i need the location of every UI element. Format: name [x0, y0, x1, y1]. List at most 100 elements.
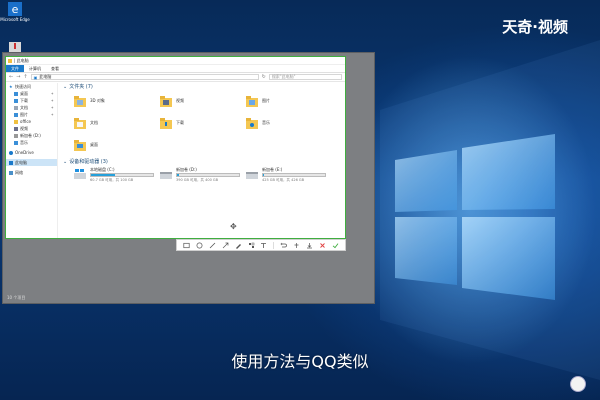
folder-desktop[interactable]: 桌面	[74, 136, 124, 154]
nav-label: 新加卷 (D:)	[20, 132, 41, 138]
nav-quick-access[interactable]: ★ 快速访问	[6, 83, 57, 90]
pin-button[interactable]	[293, 242, 300, 249]
arrow-icon	[222, 242, 229, 248]
screenshot-selection-region[interactable]: | 此电脑 文件 计算机 查看 ← → ↑ ▣ 此电脑 ↻ 搜索"此电脑" ★ …	[5, 56, 346, 239]
desktop-icon-label: Microsoft Edge	[0, 17, 30, 22]
cancel-icon	[320, 242, 325, 248]
pin-icon: ✦	[50, 98, 54, 103]
nav-network[interactable]: 网络	[6, 169, 57, 176]
forward-arrow-icon[interactable]: →	[16, 74, 20, 80]
window-titlebar[interactable]: | 此电脑	[6, 57, 345, 65]
ellipse-tool-button[interactable]	[196, 242, 203, 249]
drive-usage-bar	[262, 173, 326, 177]
arrow-tool-button[interactable]	[222, 242, 229, 249]
confirm-icon	[332, 242, 339, 248]
address-field[interactable]: ▣ 此电脑	[30, 74, 259, 80]
rectangle-tool-button[interactable]	[183, 242, 190, 249]
nav-onedrive[interactable]: OneDrive	[6, 149, 57, 156]
save-button[interactable]	[306, 242, 313, 249]
tab-computer[interactable]: 计算机	[24, 65, 46, 72]
back-arrow-icon[interactable]: ←	[9, 74, 13, 80]
folder-3d-objects[interactable]: 3D 对象	[74, 92, 124, 110]
hard-drive-icon	[246, 169, 258, 179]
folder-label: 音乐	[262, 120, 270, 125]
undo-button[interactable]	[280, 242, 288, 249]
computer-icon	[9, 160, 13, 165]
nav-this-pc[interactable]: 此电脑	[6, 159, 57, 166]
documents-folder-icon	[74, 117, 86, 129]
nav-label: office	[20, 119, 31, 124]
nav-label: OneDrive	[15, 150, 34, 155]
drive-usage-bar	[90, 173, 154, 177]
nav-label: 下载	[20, 97, 28, 103]
tab-file[interactable]: 文件	[6, 65, 24, 72]
nav-item-videos[interactable]: 视频	[6, 125, 57, 132]
desktop-icon-edge[interactable]: e Microsoft Edge	[0, 2, 30, 22]
screenshot-toolbar	[176, 239, 346, 251]
hard-drive-icon	[160, 169, 172, 179]
nav-item-documents[interactable]: 文档 ✦	[6, 104, 57, 111]
chevron-down-icon: ⌄	[63, 158, 68, 165]
drives-group-header[interactable]: ⌄ 设备和驱动器 (3)	[60, 158, 345, 166]
nav-label: 桌面	[20, 90, 28, 96]
download-folder-icon	[14, 98, 18, 103]
confirm-button[interactable]	[332, 242, 339, 249]
drive-name: 新加卷 (D:)	[176, 167, 197, 172]
status-bar-text: 10 个项目	[7, 295, 26, 300]
folder-label: 文档	[90, 120, 98, 125]
folder-label: 3D 对象	[90, 98, 105, 103]
mosaic-icon	[248, 242, 254, 248]
drive-e[interactable]: 新加卷 (E:) 425 GB 可用，共 426 GB	[246, 167, 326, 189]
nav-item-desktop[interactable]: 桌面 ✦	[6, 90, 57, 97]
tab-view[interactable]: 查看	[46, 65, 64, 72]
text-icon	[261, 242, 267, 248]
nav-label: 快速访问	[15, 83, 31, 89]
text-tool-button[interactable]	[260, 242, 267, 249]
address-text: 此电脑	[39, 74, 52, 79]
drive-d[interactable]: 新加卷 (D:) 390 GB 可用，共 400 GB	[160, 167, 240, 189]
mosaic-tool-button[interactable]	[248, 242, 255, 249]
drive-free-space: 60.7 GB 可用，共 100 GB	[90, 178, 134, 182]
search-input[interactable]: 搜索"此电脑"	[268, 74, 342, 80]
nav-label: 图片	[20, 111, 28, 117]
channel-logo-icon	[570, 376, 586, 392]
folder-label: 图片	[262, 98, 270, 103]
refresh-icon[interactable]: ↻	[262, 74, 266, 80]
up-arrow-icon[interactable]: ↑	[23, 74, 27, 80]
music-folder-icon	[14, 140, 18, 145]
folder-label: 桌面	[90, 142, 98, 147]
rectangle-icon	[183, 242, 190, 248]
video-watermark: 天奇·视频	[502, 18, 568, 36]
pin-icon: ✦	[50, 112, 54, 117]
nav-label: 文档	[20, 104, 28, 110]
folder-downloads[interactable]: 下载	[160, 114, 210, 132]
nav-item-music[interactable]: 音乐	[6, 139, 57, 146]
pen-tool-button[interactable]	[209, 242, 216, 249]
pin-icon: ✦	[50, 91, 54, 96]
drive-icon	[14, 133, 18, 138]
cancel-button[interactable]	[319, 242, 326, 249]
nav-item-pictures[interactable]: 图片 ✦	[6, 111, 57, 118]
folders-group-header[interactable]: ⌄ 文件夹 (7)	[60, 83, 345, 91]
nav-label: 音乐	[20, 139, 28, 145]
nav-item-drive-d[interactable]: 新加卷 (D:)	[6, 132, 57, 139]
network-icon	[9, 170, 13, 175]
drive-usage-fill	[263, 174, 264, 176]
drive-c[interactable]: 本地磁盘 (C:) 60.7 GB 可用，共 100 GB	[74, 167, 154, 189]
group-title: 文件夹 (7)	[69, 84, 93, 90]
nav-item-office[interactable]: office	[6, 118, 57, 125]
nav-item-downloads[interactable]: 下载 ✦	[6, 97, 57, 104]
pin-icon: ✦	[50, 105, 54, 110]
drive-free-space: 425 GB 可用，共 426 GB	[262, 178, 305, 182]
music-folder-icon	[246, 117, 258, 129]
brush-icon	[235, 243, 241, 249]
folder-videos[interactable]: 视频	[160, 92, 210, 110]
folder-music[interactable]: 音乐	[246, 114, 296, 132]
folder-documents[interactable]: 文档	[74, 114, 124, 132]
nav-label: 此电脑	[15, 159, 27, 165]
folder-label: 下载	[176, 120, 184, 125]
folder-pictures[interactable]: 图片	[246, 92, 296, 110]
brush-tool-button[interactable]	[235, 242, 242, 249]
edge-icon: e	[8, 2, 22, 16]
downloads-folder-icon	[160, 117, 172, 129]
